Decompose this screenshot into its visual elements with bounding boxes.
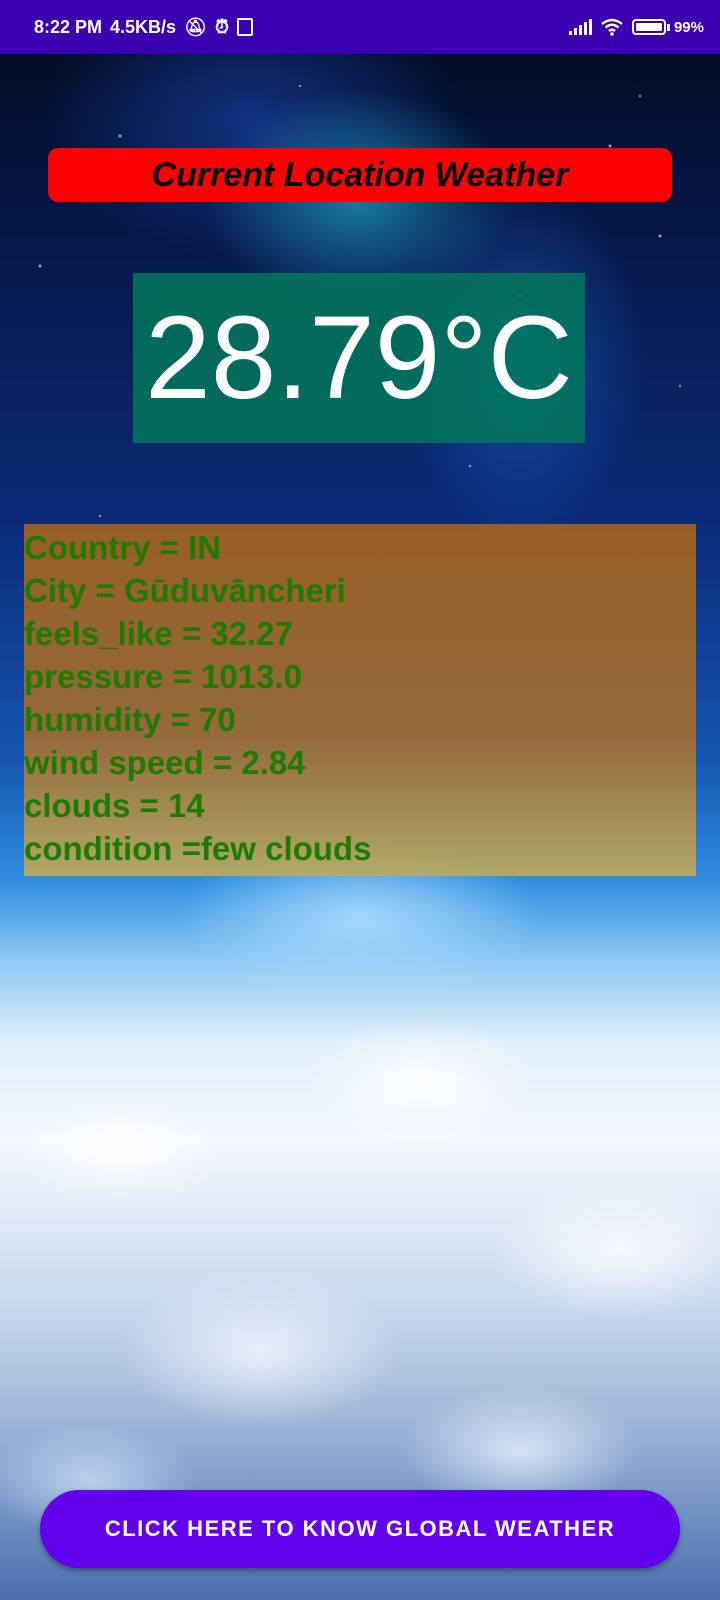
city-line: City = Gūduvāncheri <box>24 572 346 609</box>
condition-line: condition =few clouds <box>24 830 372 867</box>
wind-speed-line: wind speed = 2.84 <box>24 744 306 781</box>
signal-icon <box>568 19 592 35</box>
pressure-line: pressure = 1013.0 <box>24 658 302 695</box>
temperature-display: 28.79°C <box>133 273 585 443</box>
wifi-icon <box>601 18 623 36</box>
page-title: Current Location Weather <box>48 148 672 202</box>
weather-details-panel: Country = IN City = Gūduvāncheri feels_l… <box>24 524 696 876</box>
alarm-icon: ⏰︎ <box>214 17 229 37</box>
status-network-speed: 4.5KB/s <box>110 16 177 37</box>
status-right: 99% <box>568 18 704 36</box>
global-weather-button[interactable]: CLICK HERE TO KNOW GLOBAL WEATHER <box>40 1490 680 1568</box>
mute-bell-icon: 🔕︎ <box>184 17 207 37</box>
status-left: 8:22 PM 4.5KB/s 🔕︎ ⏰︎ <box>34 17 253 38</box>
status-time: 8:22 PM <box>34 16 103 37</box>
notification-box-icon <box>236 18 253 36</box>
status-bar: 8:22 PM 4.5KB/s 🔕︎ ⏰︎ 99% <box>0 0 720 54</box>
country-line: Country = IN <box>24 529 222 566</box>
battery-percent: 99% <box>673 18 704 36</box>
weather-screen: 8:22 PM 4.5KB/s 🔕︎ ⏰︎ 99% Current Locati <box>0 0 720 1600</box>
feels-like-line: feels_like = 32.27 <box>24 615 293 652</box>
humidity-line: humidity = 70 <box>24 701 236 738</box>
clouds-line: clouds = 14 <box>24 787 205 824</box>
battery-icon: 99% <box>631 18 704 36</box>
